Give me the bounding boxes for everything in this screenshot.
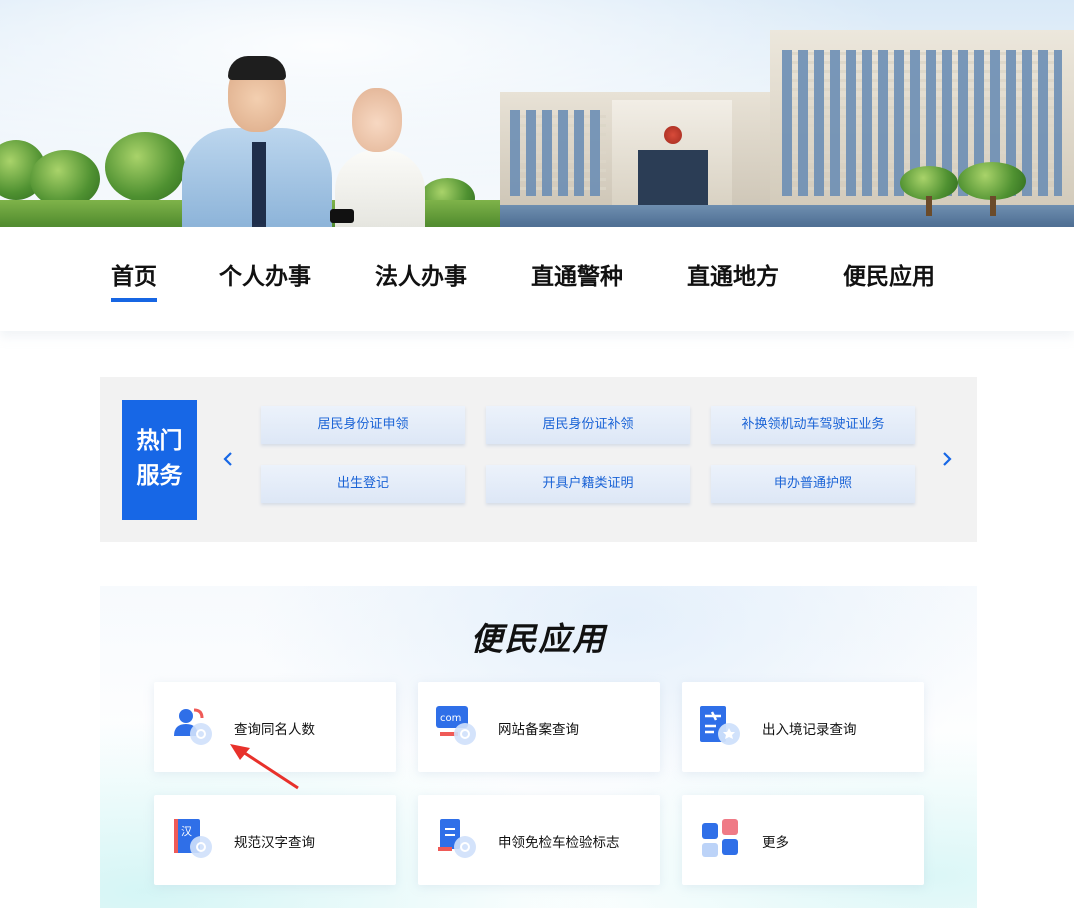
hot-service-link[interactable]: 申办普通护照 [711,465,915,503]
hot-service-link[interactable]: 开具户籍类证明 [486,465,690,503]
app-card-chinese-char[interactable]: 汉 规范汉字查询 [154,795,396,885]
app-card-label: 申领免检车检验标志 [498,835,620,851]
nav-item-label: 直通警种 [531,264,623,290]
people-search-icon [174,708,212,745]
nav-item-convenience[interactable]: 便民应用 [843,257,935,317]
chevron-right-icon [943,452,952,466]
chinese-book-icon: 汉 [174,819,212,858]
section-title: 便民应用 [470,620,607,658]
nav-item-local[interactable]: 直通地方 [687,257,779,317]
carousel-prev-button[interactable] [218,447,238,471]
police-emblem-icon [664,126,682,144]
app-card-more[interactable]: 更多 [682,795,924,885]
header-banner [0,0,1074,227]
app-card-label: 网站备案查询 [498,722,579,738]
vehicle-document-icon [438,819,476,858]
website-com-icon: com [436,706,476,745]
tree-image [958,162,1026,200]
svg-text:com: com [440,713,461,724]
nav-item-police-types[interactable]: 直通警种 [531,257,623,317]
hot-services-label: 热门 服务 [122,400,197,520]
red-arrow-icon [230,744,299,790]
hot-services-panel: 热门 服务 居民身份证申领 居民身份证补领 补换领机动车驾驶证业务 出生登记 开… [100,377,977,542]
app-card-label: 查询同名人数 [234,722,315,738]
nav-item-label: 便民应用 [843,264,935,290]
app-card-website-record[interactable]: com 网站备案查询 [418,682,660,772]
hot-service-link[interactable]: 补换领机动车驾驶证业务 [711,406,915,444]
nav-item-label: 首页 [111,264,157,290]
hot-service-link[interactable]: 居民身份证申领 [261,406,465,444]
app-card-entry-exit[interactable]: 出入境记录查询 [682,682,924,772]
main-nav: 首页 个人办事 法人办事 直通警种 直通地方 便民应用 [0,227,1074,331]
chevron-left-icon [223,452,232,466]
svg-text:汉: 汉 [181,825,192,838]
tree-image [900,166,958,200]
nav-item-label: 直通地方 [687,264,779,290]
airplane-record-icon [700,706,740,745]
app-card-label: 更多 [762,835,789,851]
grid-more-icon [702,819,738,857]
app-card-label: 规范汉字查询 [234,835,315,851]
carousel-next-button[interactable] [937,447,957,471]
nav-item-label: 个人办事 [219,264,311,290]
hot-service-link[interactable]: 居民身份证补领 [486,406,690,444]
phone-icon [330,209,354,223]
nav-item-home[interactable]: 首页 [111,257,157,317]
nav-item-personal[interactable]: 个人办事 [219,257,311,317]
tree-image [105,132,185,202]
nav-item-corporate[interactable]: 法人办事 [375,257,467,317]
app-card-label: 出入境记录查询 [762,722,857,738]
nav-item-label: 法人办事 [375,264,467,290]
hot-service-link[interactable]: 出生登记 [261,465,465,503]
app-card-vehicle-inspection[interactable]: 申领免检车检验标志 [418,795,660,885]
